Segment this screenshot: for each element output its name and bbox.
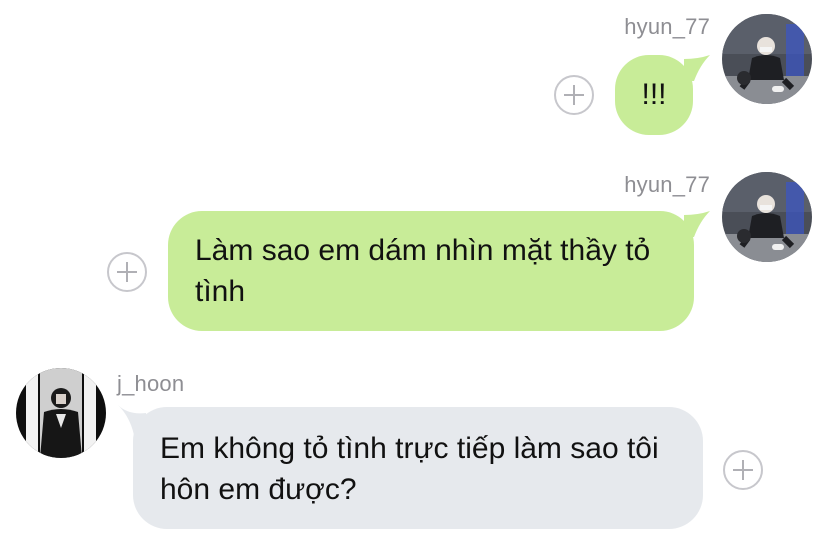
avatar[interactable] bbox=[722, 14, 812, 104]
avatar-photo-icon bbox=[722, 172, 812, 262]
message-bubble[interactable]: !!! bbox=[615, 55, 693, 135]
sender-name: j_hoon bbox=[117, 371, 185, 396]
add-reaction-button[interactable] bbox=[107, 252, 147, 292]
avatar-photo-icon bbox=[722, 14, 812, 104]
message-text: !!! bbox=[641, 78, 667, 111]
sender-name: hyun_77 bbox=[624, 172, 710, 197]
message-bubble[interactable]: Em không tỏ tình trực tiếp làm sao tôi h… bbox=[133, 407, 703, 529]
add-reaction-button[interactable] bbox=[723, 450, 763, 490]
message-text: Em không tỏ tình trực tiếp làm sao tôi h… bbox=[160, 432, 659, 506]
message-bubble[interactable]: Làm sao em dám nhìn mặt thầy tỏ tình bbox=[168, 211, 694, 331]
avatar[interactable] bbox=[722, 172, 812, 262]
sender-name: hyun_77 bbox=[624, 14, 710, 39]
bubble-tail bbox=[684, 211, 710, 237]
add-reaction-button[interactable] bbox=[554, 75, 594, 115]
bubble-tail bbox=[684, 55, 710, 81]
avatar-photo-icon bbox=[16, 368, 106, 458]
message-text: Làm sao em dám nhìn mặt thầy tỏ tình bbox=[195, 234, 651, 308]
avatar[interactable] bbox=[16, 368, 106, 458]
